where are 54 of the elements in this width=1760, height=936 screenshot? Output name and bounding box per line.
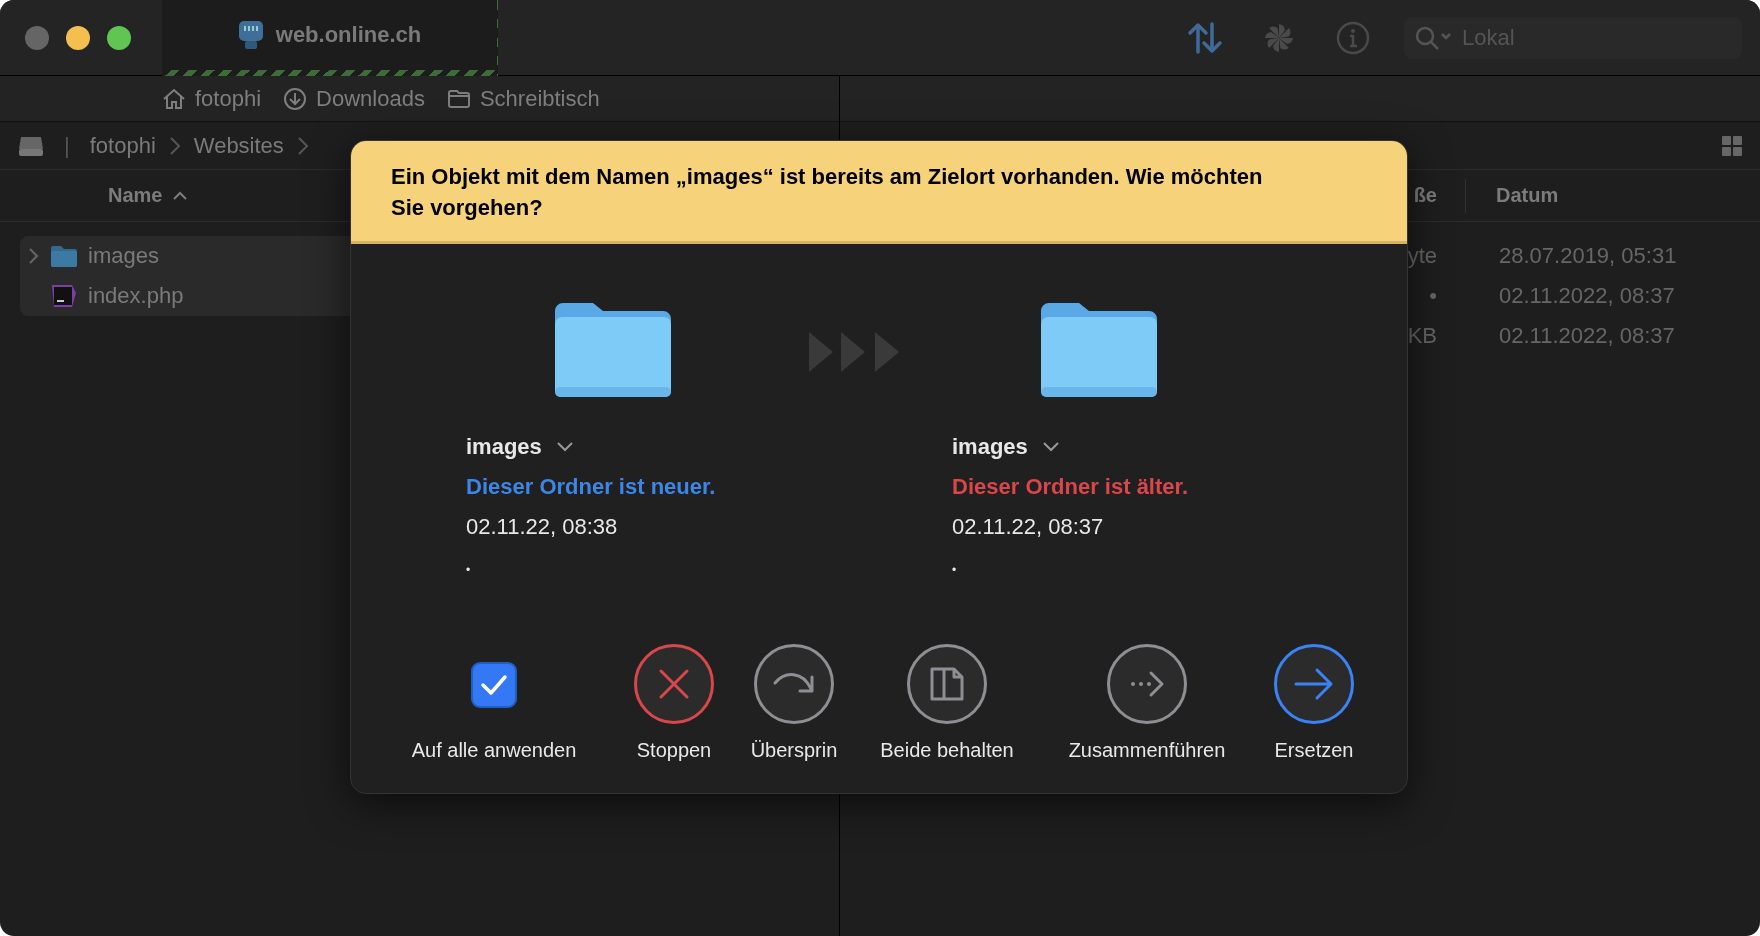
modified-date: 02.11.22, 08:38 [466, 514, 618, 539]
zoom-button[interactable] [107, 25, 131, 50]
date-cell: 02.11.2022, 08:37 [1499, 283, 1675, 309]
separator: | [64, 132, 70, 159]
download-icon [283, 86, 308, 111]
size-cell-text: KB [1406, 323, 1437, 349]
action-label: Ersetzen [1274, 738, 1354, 762]
action-label: Zusammenführen [1068, 738, 1226, 762]
column-header[interactable]: Name [108, 184, 189, 207]
favorite-link[interactable]: Downloads [283, 85, 425, 112]
drive-icon [18, 134, 44, 157]
home-icon [162, 87, 186, 110]
network-icon [237, 19, 264, 50]
folder-name: images [466, 434, 542, 460]
folder-icon [50, 244, 78, 268]
chevron-down-icon[interactable] [555, 441, 574, 453]
size-value: • [466, 563, 471, 577]
folder-name: images [952, 434, 1028, 460]
message-text: Ein Objekt mit dem Namen „images“ ist bereits am Zielort vorhanden. Wie möchten Sie vorgehen? [391, 163, 1264, 222]
checkmark-icon [480, 674, 508, 696]
chevron-down-icon[interactable] [1041, 441, 1060, 453]
sort-caret-icon [172, 190, 189, 201]
chevron-icon[interactable] [28, 247, 40, 265]
favorite-link[interactable]: fotophi [162, 85, 262, 112]
column-header[interactable]: Datum [1496, 184, 1559, 207]
minimize-button[interactable] [66, 25, 90, 50]
php-file-icon [50, 283, 78, 309]
date-cell: 28.07.2019, 05:31 [1499, 243, 1677, 269]
action-label: Beide behalten [880, 738, 1014, 762]
age-status: Dieser Ordner ist älter. [952, 473, 1189, 501]
date-cell: 02.11.2022, 08:37 [1499, 323, 1675, 349]
close-button[interactable] [25, 25, 49, 50]
chevron-icon [295, 134, 310, 157]
size-cell-text: • [1428, 283, 1437, 309]
size-value: • [952, 563, 957, 577]
tab[interactable]: web.online.ch [162, 0, 498, 76]
checkbox-label: Auf alle anwenden [411, 738, 577, 762]
document-icon [928, 665, 966, 703]
folder-icon [446, 88, 471, 109]
modified-date: 02.11.22, 08:37 [952, 514, 1104, 539]
apply-all-checkbox[interactable] [471, 662, 517, 708]
triple-arrow-icon [809, 332, 899, 372]
breadcrumb-item[interactable]: fotophi [89, 132, 156, 159]
breadcrumb-item[interactable]: Websites [193, 132, 284, 159]
grid-view-icon[interactable] [1722, 135, 1742, 156]
chevron-icon [167, 134, 182, 157]
size-cell-text: yte [1406, 243, 1437, 269]
transfer-arrows-icon[interactable] [1187, 19, 1223, 56]
action-label: Übersprin [750, 738, 838, 762]
close-icon [657, 667, 691, 701]
favorite-link[interactable]: Schreibtisch [446, 85, 600, 112]
age-status: Dieser Ordner ist neuer. [466, 473, 717, 501]
arrow-right-icon [1293, 667, 1335, 701]
action-label: Stoppen [636, 738, 712, 762]
